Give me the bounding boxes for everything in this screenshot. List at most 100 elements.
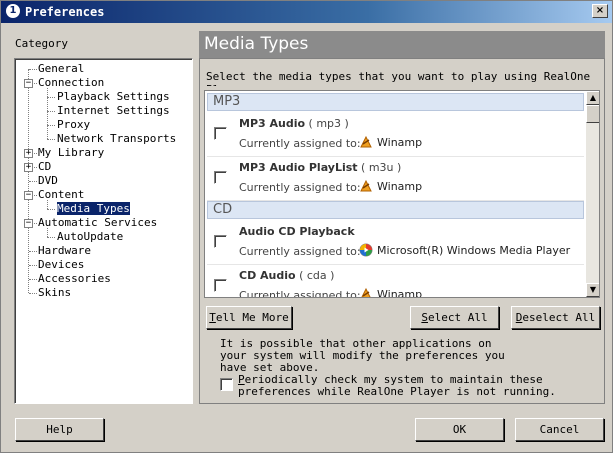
tree-item-playback-settings[interactable]: Playback Settings <box>57 90 170 104</box>
category-label: Category <box>15 37 68 50</box>
preferences-note: It is possible that other applications o… <box>220 337 505 374</box>
tree-item-devices[interactable]: Devices <box>38 258 84 272</box>
media-type-row[interactable]: MP3 Audio PlayList ( m3u ) Currently assi… <box>207 157 584 201</box>
close-button[interactable]: × <box>592 4 608 18</box>
media-type-checkbox[interactable] <box>214 171 227 184</box>
assigned-label: Currently assigned to: <box>239 245 361 258</box>
tree-item-proxy[interactable]: Proxy <box>57 118 90 132</box>
tree-sub-connector-line <box>47 228 49 237</box>
tree-sub-connector-line <box>47 200 49 209</box>
media-group-header: MP3 <box>207 93 584 111</box>
tree-item-label: Playback Settings <box>57 90 170 103</box>
scroll-down-arrow-icon[interactable]: ▼ <box>586 283 599 297</box>
tree-branch-line <box>47 209 55 211</box>
tree-item-label: My Library <box>38 146 105 159</box>
tree-item-label: General <box>38 62 85 75</box>
tree-item-cd[interactable]: CD <box>38 160 51 174</box>
media-type-name: CD Audio ( cda ) <box>239 269 335 282</box>
tree-item-label: Hardware <box>38 244 91 257</box>
media-type-row[interactable]: Audio CD Playback Currently assigned to: M… <box>207 221 584 265</box>
tree-branch-line <box>47 139 55 141</box>
winamp-icon <box>359 135 373 149</box>
media-type-row[interactable]: CD Audio ( cda ) Currently assigned to: Wi… <box>207 265 584 298</box>
tree-branch-line <box>29 181 37 183</box>
periodic-check-label[interactable]: Periodically check my system to maintain… <box>238 374 603 398</box>
tree-item-accessories[interactable]: Accessories <box>38 272 111 286</box>
expand-icon[interactable]: + <box>24 163 33 172</box>
media-type-row[interactable]: MP3 Audio ( mp3 ) Currently assigned to: W… <box>207 113 584 157</box>
assigned-player: Winamp <box>359 179 422 193</box>
assigned-player: Winamp <box>359 287 423 298</box>
assigned-player-name: Winamp <box>377 180 423 193</box>
tree-item-label: CD <box>38 160 52 173</box>
media-type-name: Audio CD Playback <box>239 225 355 238</box>
assigned-player: Microsoft(R) Windows Media Player <box>359 243 570 257</box>
realone-app-icon: 1 <box>6 4 20 18</box>
instructions-text: Select the media types that you want to … <box>206 70 591 86</box>
tree-branch-line <box>47 237 55 239</box>
panel-title: Media Types <box>199 31 605 58</box>
tree-branch-line <box>29 293 37 295</box>
expand-icon[interactable]: + <box>24 149 33 158</box>
collapse-icon[interactable]: − <box>24 191 33 200</box>
tree-branch-line <box>29 265 37 267</box>
media-type-checkbox[interactable] <box>214 127 227 140</box>
ok-button[interactable]: OK <box>415 418 504 441</box>
preferences-window: 1 Preferences × Category General Connecti… <box>0 0 613 453</box>
tree-item-general[interactable]: General <box>38 62 84 76</box>
collapse-icon[interactable]: − <box>24 79 33 88</box>
tree-item-dvd[interactable]: DVD <box>38 174 58 188</box>
winamp-icon <box>359 179 373 193</box>
tree-item-automatic-services[interactable]: Automatic Services <box>38 216 157 230</box>
assigned-label: Currently assigned to: <box>239 137 361 150</box>
tree-item-label: AutoUpdate <box>57 230 124 243</box>
window-title: Preferences <box>25 5 105 19</box>
media-type-checkbox[interactable] <box>214 235 227 248</box>
cancel-button[interactable]: Cancel <box>515 418 604 441</box>
media-type-checkbox[interactable] <box>214 279 227 292</box>
assigned-label: Currently assigned to: <box>239 181 361 194</box>
tree-item-label: Proxy <box>57 118 91 131</box>
assigned-player-name: Winamp <box>377 136 423 149</box>
vertical-scrollbar[interactable]: ▲ ▼ <box>586 91 599 297</box>
scroll-up-arrow-icon[interactable]: ▲ <box>586 91 599 105</box>
tree-item-network-transports[interactable]: Network Transports <box>57 132 176 146</box>
media-type-extension: ( mp3 ) <box>305 117 349 130</box>
windows-media-player-icon <box>359 243 373 257</box>
scroll-thumb[interactable] <box>586 105 599 123</box>
title-bar[interactable]: 1 Preferences × <box>1 1 612 23</box>
periodic-check-checkbox[interactable] <box>220 378 233 391</box>
category-tree[interactable]: General Connection − Playback Settings Inter… <box>14 58 193 404</box>
winamp-icon <box>359 287 373 297</box>
assigned-player: Winamp <box>359 135 422 149</box>
tree-item-internet-settings[interactable]: Internet Settings <box>57 104 170 118</box>
tree-item-skins[interactable]: Skins <box>38 286 71 300</box>
tree-item-label: Network Transports <box>57 132 177 145</box>
collapse-icon[interactable]: − <box>24 219 33 228</box>
assigned-label: Currently assigned to: <box>239 289 361 298</box>
deselect-all-button[interactable]: Deselect All <box>511 306 600 329</box>
tell-me-more-button[interactable]: Tell Me More <box>206 306 292 329</box>
tree-item-media-types[interactable]: Media Types <box>57 202 130 216</box>
tree-item-label: Content <box>38 188 85 201</box>
tree-item-my-library[interactable]: My Library <box>38 146 104 160</box>
tree-item-label: Media Types <box>57 202 130 215</box>
assigned-player-name: Winamp <box>377 288 423 298</box>
tree-branch-line <box>29 69 37 71</box>
media-type-name: MP3 Audio PlayList ( m3u ) <box>239 161 402 174</box>
select-all-button[interactable]: Select All <box>410 306 499 329</box>
media-group-header: CD <box>207 201 584 219</box>
tree-item-hardware[interactable]: Hardware <box>38 244 91 258</box>
tree-item-label: Automatic Services <box>38 216 158 229</box>
tree-item-content[interactable]: Content <box>38 188 84 202</box>
tree-item-label: Internet Settings <box>57 104 170 117</box>
media-types-list[interactable]: ▲ ▼ MP3 MP3 Audio ( mp3 ) Currently assign… <box>204 90 600 298</box>
tree-branch-line <box>29 279 37 281</box>
help-button[interactable]: Help <box>15 418 104 441</box>
tree-item-autoupdate[interactable]: AutoUpdate <box>57 230 123 244</box>
tree-item-label: Devices <box>38 258 85 271</box>
tree-item-label: DVD <box>38 174 58 187</box>
tree-branch-line <box>29 251 37 253</box>
tree-sub-connector-line <box>47 88 49 139</box>
media-type-name: MP3 Audio ( mp3 ) <box>239 117 349 130</box>
